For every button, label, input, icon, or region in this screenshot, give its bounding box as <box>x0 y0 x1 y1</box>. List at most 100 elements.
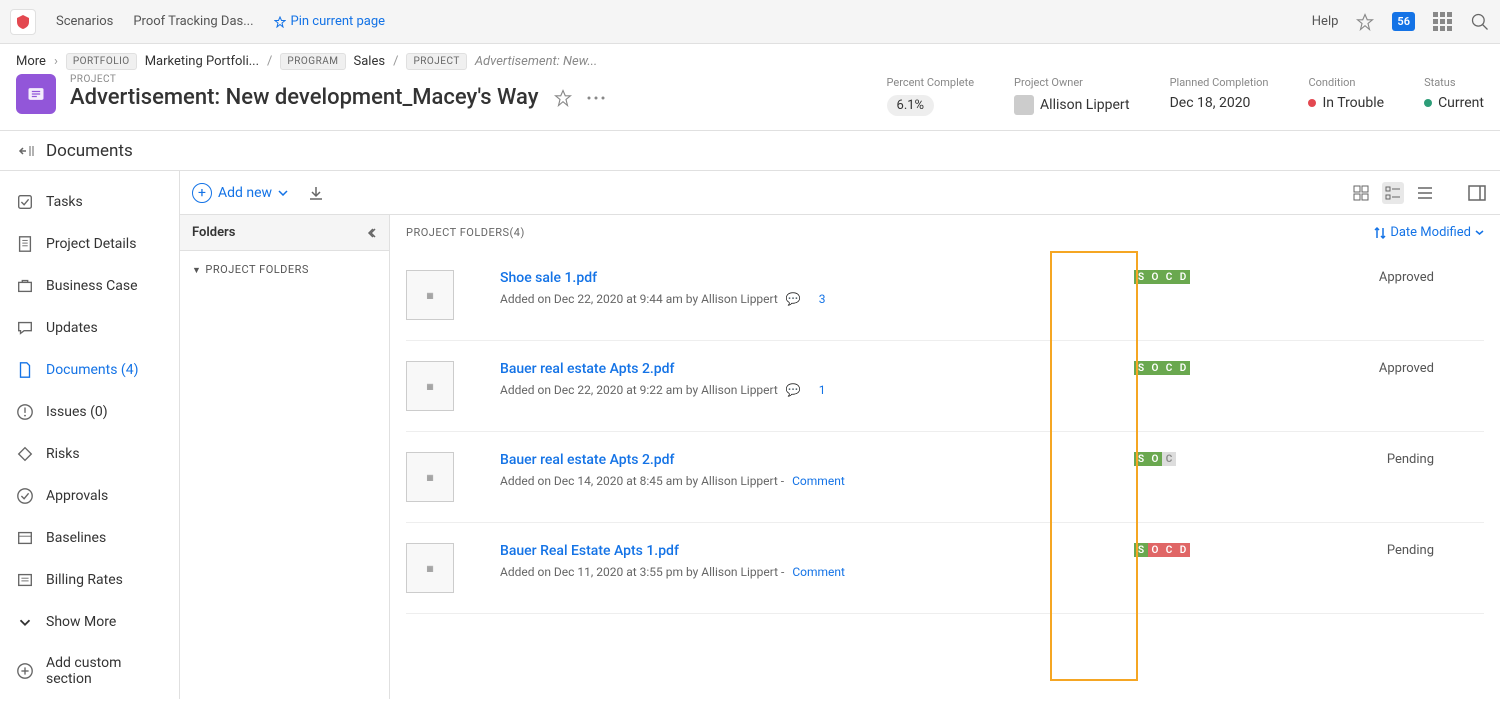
favorite-icon[interactable] <box>1356 13 1374 31</box>
sidebar-item-risks[interactable]: Risks <box>0 433 179 475</box>
folder-root-label: PROJECT FOLDERS <box>205 263 309 276</box>
collapse-icon[interactable] <box>365 227 377 239</box>
documents-icon <box>16 361 34 379</box>
sidebar-item-issues[interactable]: Issues (0) <box>0 391 179 433</box>
sidebar-item-label: Documents (4) <box>46 362 138 378</box>
comment-link[interactable]: Comment <box>792 474 845 488</box>
plus-icon: + <box>192 183 212 203</box>
grid-icon <box>1353 185 1369 201</box>
help-link[interactable]: Help <box>1312 14 1339 29</box>
view-list-button[interactable] <box>1414 182 1436 204</box>
document-thumbnail: ▦ <box>406 543 454 593</box>
socd-cell: C <box>1162 452 1176 466</box>
nav-scenarios[interactable]: Scenarios <box>56 14 113 29</box>
main-layout: Tasks Project Details Business Case Upda… <box>0 171 1500 699</box>
breadcrumb-program[interactable]: Sales <box>354 54 386 69</box>
breadcrumb-portfolio[interactable]: Marketing Portfoli... <box>145 54 259 69</box>
details-icon <box>16 235 34 253</box>
folders-header-label: Folders <box>192 225 235 240</box>
comment-count[interactable]: 3 <box>819 292 826 306</box>
notification-badge[interactable]: 56 <box>1392 12 1415 31</box>
document-title[interactable]: Bauer real estate Apts 2.pdf <box>500 452 1134 468</box>
sidebar-item-billing-rates[interactable]: Billing Rates <box>0 559 179 601</box>
sidebar-item-business-case[interactable]: Business Case <box>0 265 179 307</box>
socd-cell: O <box>1148 361 1162 375</box>
document-row[interactable]: ▦ Bauer Real Estate Apts 1.pdf Added on … <box>406 523 1484 614</box>
document-title[interactable]: Shoe sale 1.pdf <box>500 270 1134 286</box>
socd-cell: O <box>1148 452 1162 466</box>
folder-root[interactable]: ▼ PROJECT FOLDERS <box>192 263 377 276</box>
breadcrumb-sep: / <box>393 54 398 69</box>
owner-avatar <box>1014 95 1034 115</box>
sidebar-item-tasks[interactable]: Tasks <box>0 181 179 223</box>
sidebar-item-documents[interactable]: Documents (4) <box>0 349 179 391</box>
sidebar: Tasks Project Details Business Case Upda… <box>0 171 180 699</box>
sidebar-item-baselines[interactable]: Baselines <box>0 517 179 559</box>
caret-icon: ▼ <box>192 266 201 276</box>
sidebar-item-approvals[interactable]: Approvals <box>0 475 179 517</box>
sidebar-item-project-details[interactable]: Project Details <box>0 223 179 265</box>
document-title[interactable]: Bauer real estate Apts 2.pdf <box>500 361 1134 377</box>
breadcrumb-sep: / <box>267 54 272 69</box>
meta-owner-value: Allison Lippert <box>1040 97 1130 113</box>
pin-page-link[interactable]: Pin current page <box>274 14 386 29</box>
documents-header-label: PROJECT FOLDERS(4) <box>406 226 525 239</box>
comment-count[interactable]: 1 <box>819 383 826 397</box>
view-list-large-button[interactable] <box>1382 182 1404 204</box>
sort-dropdown[interactable]: Date Modified <box>1374 225 1484 240</box>
document-row[interactable]: ▦ Bauer real estate Apts 2.pdf Added on … <box>406 341 1484 432</box>
breadcrumb-portfolio-tag: PORTFOLIO <box>66 53 137 70</box>
document-row[interactable]: ▦ Bauer real estate Apts 2.pdf Added on … <box>406 432 1484 523</box>
meta-planned-value: Dec 18, 2020 <box>1170 95 1269 111</box>
document-status: Pending <box>1344 452 1434 467</box>
comment-link[interactable]: Comment <box>792 565 845 579</box>
socd-indicator: SOCD <box>1134 543 1224 557</box>
content: + Add new Folders <box>180 171 1500 699</box>
socd-cell: D <box>1176 543 1190 557</box>
breadcrumb-current: Advertisement: New... <box>475 54 598 69</box>
document-title[interactable]: Bauer Real Estate Apts 1.pdf <box>500 543 1134 559</box>
updates-icon <box>16 319 34 337</box>
subheader-title: Documents <box>46 141 133 161</box>
list-large-icon <box>1385 185 1401 201</box>
sidebar-item-label: Approvals <box>46 488 108 504</box>
pin-icon <box>274 16 286 28</box>
meta-planned-label: Planned Completion <box>1170 76 1269 89</box>
view-grid-button[interactable] <box>1350 182 1372 204</box>
sidebar-item-label: Baselines <box>46 530 106 546</box>
add-new-button[interactable]: + Add new <box>192 183 288 203</box>
star-icon[interactable] <box>554 89 572 107</box>
document-info: Bauer Real Estate Apts 1.pdf Added on De… <box>500 543 1134 579</box>
sidebar-item-updates[interactable]: Updates <box>0 307 179 349</box>
pin-page-label: Pin current page <box>291 14 386 29</box>
sidebar-item-label: Show More <box>46 614 116 630</box>
sidebar-item-add-custom[interactable]: Add custom section <box>0 643 179 699</box>
socd-indicator: SOCD <box>1134 270 1224 284</box>
condition-dot-icon <box>1308 99 1316 107</box>
briefcase-icon <box>16 277 34 295</box>
sidebar-item-label: Project Details <box>46 236 136 252</box>
view-panel-button[interactable] <box>1466 182 1488 204</box>
sidebar-item-show-more[interactable]: Show More <box>0 601 179 643</box>
search-icon[interactable] <box>1470 12 1490 32</box>
chevron-down-icon <box>16 613 34 631</box>
document-row[interactable]: ▦ Shoe sale 1.pdf Added on Dec 22, 2020 … <box>406 250 1484 341</box>
apps-icon[interactable] <box>1433 12 1452 31</box>
document-meta: Added on Dec 14, 2020 at 8:45 am by Alli… <box>500 474 1134 488</box>
back-icon[interactable] <box>16 144 34 158</box>
nav-proof-tracking[interactable]: Proof Tracking Das... <box>133 14 253 29</box>
download-button[interactable] <box>308 185 324 201</box>
document-info: Bauer real estate Apts 2.pdf Added on De… <box>500 361 1134 397</box>
app-logo[interactable] <box>10 9 36 35</box>
approvals-icon <box>16 487 34 505</box>
breadcrumb-more[interactable]: More <box>16 54 46 69</box>
download-icon <box>308 185 324 201</box>
breadcrumb-project-tag: PROJECT <box>406 53 466 70</box>
document-status: Approved <box>1344 270 1434 285</box>
sidebar-item-label: Risks <box>46 446 80 462</box>
topbar: Scenarios Proof Tracking Das... Pin curr… <box>0 0 1500 44</box>
more-actions-icon[interactable] <box>587 96 605 100</box>
chevron-down-icon <box>278 190 288 196</box>
meta-status: Status Current <box>1424 76 1484 111</box>
meta-percent-label: Percent Complete <box>887 76 975 89</box>
